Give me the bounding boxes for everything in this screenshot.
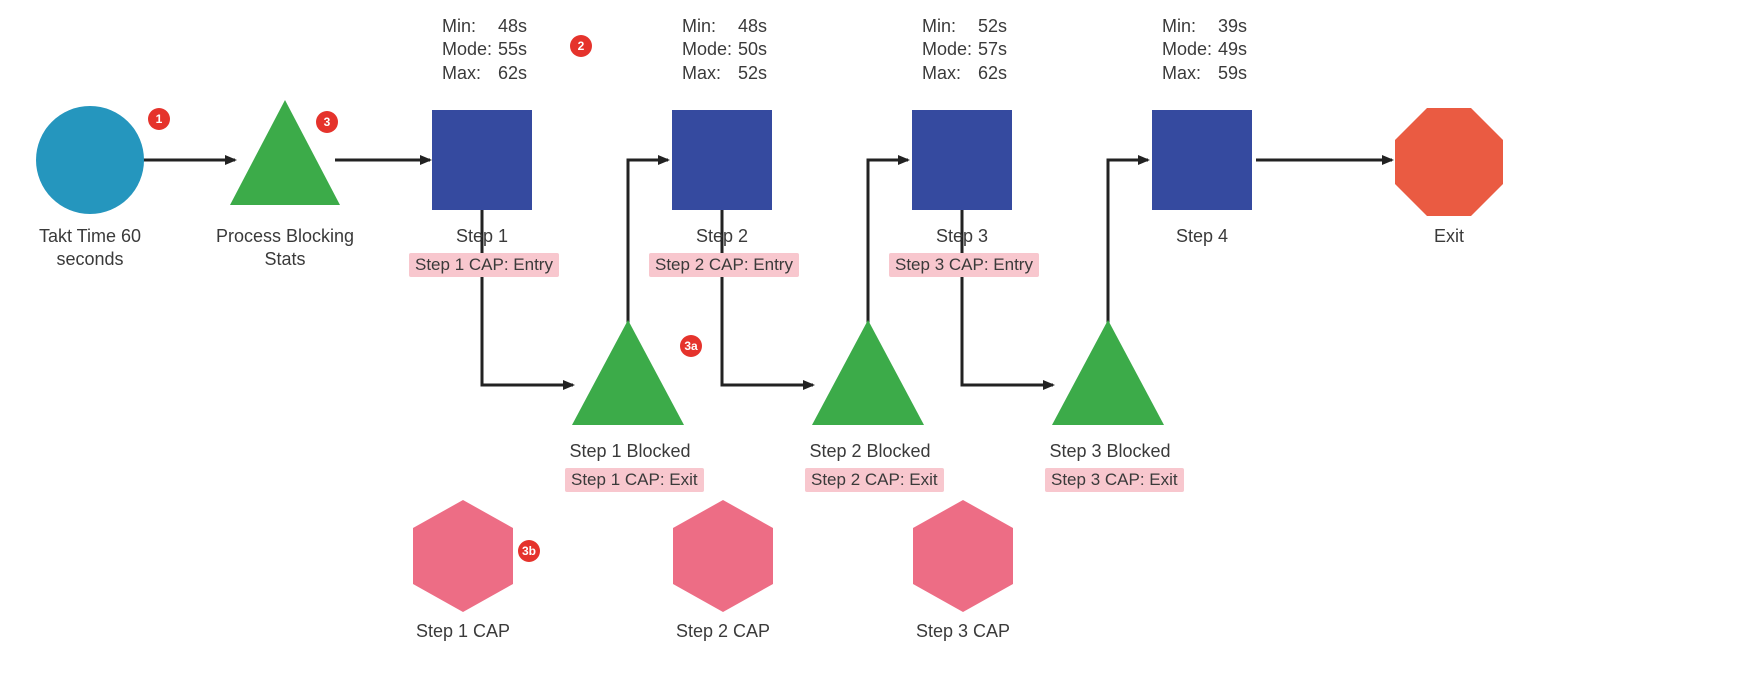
step1-blocked-label: Step 1 Blocked — [560, 440, 700, 463]
step1-cap-label: Step 1 CAP — [398, 620, 528, 643]
stat-mode-val: 55s — [498, 38, 533, 61]
stat-min-label: Min: — [1162, 15, 1218, 38]
badge-3b: 3b — [518, 540, 540, 562]
stat-min-val: 39s — [1218, 15, 1253, 38]
step4-label: Step 4 — [1152, 225, 1252, 248]
exit-shape — [1395, 108, 1503, 216]
step2-cap-label: Step 2 CAP — [658, 620, 788, 643]
stat-mode-label: Mode: — [682, 38, 738, 61]
blocking-stats-label: Process Blocking Stats — [210, 225, 360, 270]
stat-min-val: 52s — [978, 15, 1013, 38]
stat-mode-label: Mode: — [922, 38, 978, 61]
stat-min-label: Min: — [442, 15, 498, 38]
stat-max-val: 62s — [498, 62, 533, 85]
step4-stats: Min:39s Mode:49s Max:59s — [1162, 15, 1253, 85]
step2-blocked-label: Step 2 Blocked — [800, 440, 940, 463]
stat-max-label: Max: — [922, 62, 978, 85]
step4-shape — [1152, 110, 1252, 210]
stat-mode-val: 49s — [1218, 38, 1253, 61]
step1-label: Step 1 — [432, 225, 532, 248]
step2-cap-shape — [673, 500, 773, 612]
stat-mode-label: Mode: — [442, 38, 498, 61]
stat-max-val: 59s — [1218, 62, 1253, 85]
step3-cap-shape — [913, 500, 1013, 612]
step1-stats: Min:48s Mode:55s Max:62s — [442, 15, 533, 85]
step3-shape — [912, 110, 1012, 210]
step3-blocked-shape — [1052, 320, 1164, 430]
stat-min-label: Min: — [922, 15, 978, 38]
step1-cap-exit-label: Step 1 CAP: Exit — [565, 468, 704, 492]
stat-max-val: 52s — [738, 62, 773, 85]
stat-mode-val: 50s — [738, 38, 773, 61]
step1-shape — [432, 110, 532, 210]
step3-label: Step 3 — [912, 225, 1012, 248]
stat-max-label: Max: — [682, 62, 738, 85]
step3-cap-label: Step 3 CAP — [898, 620, 1028, 643]
stat-max-label: Max: — [1162, 62, 1218, 85]
step2-shape — [672, 110, 772, 210]
exit-label: Exit — [1395, 225, 1503, 248]
step1-cap-shape — [413, 500, 513, 612]
stat-mode-label: Mode: — [1162, 38, 1218, 61]
step3-stats: Min:52s Mode:57s Max:62s — [922, 15, 1013, 85]
step3-blocked-label: Step 3 Blocked — [1040, 440, 1180, 463]
step2-blocked-shape — [812, 320, 924, 430]
diagram-canvas: Takt Time 60 seconds Process Blocking St… — [0, 0, 1744, 696]
step2-label: Step 2 — [672, 225, 772, 248]
step2-stats: Min:48s Mode:50s Max:52s — [682, 15, 773, 85]
stat-mode-val: 57s — [978, 38, 1013, 61]
stat-min-val: 48s — [498, 15, 533, 38]
stat-max-label: Max: — [442, 62, 498, 85]
step1-blocked-shape — [572, 320, 684, 430]
badge-1: 1 — [148, 108, 170, 130]
step3-cap-exit-label: Step 3 CAP: Exit — [1045, 468, 1184, 492]
badge-3: 3 — [316, 111, 338, 133]
stat-min-val: 48s — [738, 15, 773, 38]
badge-2: 2 — [570, 35, 592, 57]
step2-cap-exit-label: Step 2 CAP: Exit — [805, 468, 944, 492]
step1-cap-entry-label: Step 1 CAP: Entry — [409, 253, 559, 277]
step3-cap-entry-label: Step 3 CAP: Entry — [889, 253, 1039, 277]
source-shape — [35, 105, 145, 215]
stat-max-val: 62s — [978, 62, 1013, 85]
step2-cap-entry-label: Step 2 CAP: Entry — [649, 253, 799, 277]
stat-min-label: Min: — [682, 15, 738, 38]
source-label: Takt Time 60 seconds — [20, 225, 160, 270]
badge-3a: 3a — [680, 335, 702, 357]
